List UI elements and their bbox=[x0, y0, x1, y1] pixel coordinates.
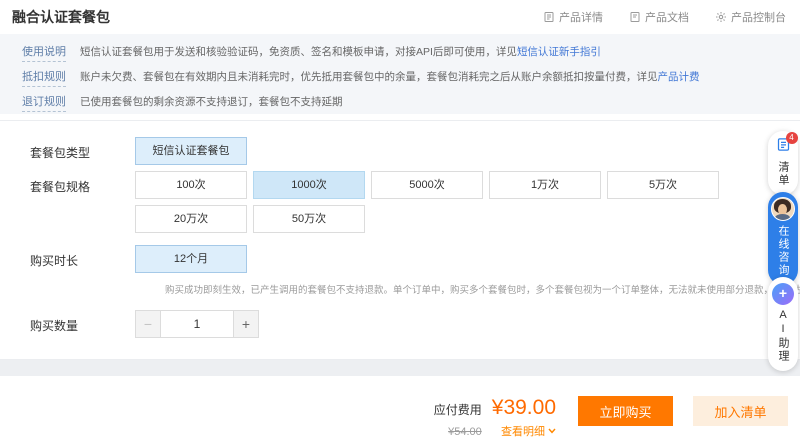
spec-option-200k[interactable]: 20万次 bbox=[135, 205, 247, 233]
add-to-list-button[interactable]: 加入清单 bbox=[693, 396, 788, 426]
notice-row-deduction: 抵扣规则 账户未欠费、套餐包在有效期内且未消耗完时，优先抵用套餐包中的余量，套餐… bbox=[22, 69, 786, 87]
deduction-label: 抵扣规则 bbox=[22, 69, 66, 87]
payable-price: ¥39.00 bbox=[492, 396, 556, 420]
spec-option-10k[interactable]: 1万次 bbox=[489, 171, 601, 199]
duration-row: 购买时长 12个月 bbox=[30, 245, 800, 273]
usage-label: 使用说明 bbox=[22, 44, 66, 62]
buy-now-button[interactable]: 立即购买 bbox=[578, 396, 673, 426]
product-detail-link[interactable]: 产品详情 bbox=[543, 9, 603, 25]
duration-option-selected[interactable]: 12个月 bbox=[135, 245, 247, 273]
online-support-label: 在线咨询 bbox=[775, 225, 791, 277]
support-agent-avatar bbox=[771, 197, 795, 221]
purchase-note: 购买成功即刻生效，已产生调用的套餐包不支持退款。单个订单中，购买多个套餐包时，多… bbox=[165, 282, 800, 296]
payable-label: 应付费用 bbox=[434, 401, 482, 418]
view-detail-link[interactable]: 查看明细 bbox=[501, 423, 556, 439]
quantity-decrease-button[interactable]: − bbox=[135, 310, 161, 338]
quantity-label: 购买数量 bbox=[30, 310, 135, 334]
spec-option-100[interactable]: 100次 bbox=[135, 171, 247, 199]
gear-icon bbox=[715, 11, 727, 23]
cart-count-badge: 4 bbox=[786, 132, 798, 144]
spec-option-5000[interactable]: 5000次 bbox=[371, 171, 483, 199]
page-background-band bbox=[0, 360, 800, 376]
page-title: 融合认证套餐包 bbox=[12, 7, 110, 27]
notice-row-refund: 退订规则 已使用套餐包的剩余资源不支持退订，套餐包不支持延期 bbox=[22, 94, 786, 112]
quantity-stepper: − + bbox=[135, 310, 259, 338]
price-block: 应付费用 ¥39.00 ¥54.00 查看明细 bbox=[434, 396, 556, 439]
cart-list-widget[interactable]: 4 清单 bbox=[768, 131, 798, 195]
page-header: 融合认证套餐包 产品详情 产品文档 产品控制台 bbox=[0, 0, 800, 34]
refund-label: 退订规则 bbox=[22, 94, 66, 112]
package-type-label: 套餐包类型 bbox=[30, 137, 135, 161]
package-spec-row: 套餐包规格 100次 1000次 5000次 1万次 5万次 20万次 50万次 bbox=[30, 171, 800, 233]
sms-auth-guide-link[interactable]: 短信认证新手指引 bbox=[517, 46, 601, 58]
ai-assistant-label: AI助理 bbox=[775, 309, 791, 363]
spec-option-1000-selected[interactable]: 1000次 bbox=[253, 171, 365, 199]
package-type-option-selected[interactable]: 短信认证套餐包 bbox=[135, 137, 247, 165]
product-doc-label: 产品文档 bbox=[645, 9, 689, 25]
duration-label: 购买时长 bbox=[30, 245, 135, 269]
spec-option-50k[interactable]: 5万次 bbox=[607, 171, 719, 199]
product-doc-link[interactable]: 产品文档 bbox=[629, 9, 689, 25]
ai-assistant-widget[interactable]: + AI助理 bbox=[768, 277, 798, 371]
package-spec-label: 套餐包规格 bbox=[30, 171, 135, 195]
product-detail-label: 产品详情 bbox=[559, 9, 603, 25]
notice-row-usage: 使用说明 短信认证套餐包用于发送和核验验证码，免资质、签名和模板申请，对接API… bbox=[22, 44, 786, 62]
spec-options: 100次 1000次 5000次 1万次 5万次 20万次 50万次 bbox=[135, 171, 731, 233]
document-icon bbox=[629, 11, 641, 23]
quantity-row: 购买数量 − + bbox=[30, 310, 800, 338]
package-type-row: 套餐包类型 短信认证套餐包 bbox=[30, 137, 800, 165]
notice-box: 使用说明 短信认证套餐包用于发送和核验验证码，免资质、签名和模板申请，对接API… bbox=[0, 34, 800, 114]
purchase-form-card: 套餐包类型 短信认证套餐包 套餐包规格 100次 1000次 5000次 1万次… bbox=[0, 120, 800, 360]
list-icon: 4 bbox=[776, 137, 791, 157]
original-price: ¥54.00 bbox=[448, 426, 482, 438]
product-console-label: 产品控制台 bbox=[731, 9, 786, 25]
order-bar: 应付费用 ¥39.00 ¥54.00 查看明细 立即购买 加入清单 bbox=[0, 376, 800, 444]
header-links: 产品详情 产品文档 产品控制台 bbox=[543, 9, 786, 25]
product-console-link[interactable]: 产品控制台 bbox=[715, 9, 786, 25]
online-support-widget[interactable]: 在线咨询 bbox=[768, 192, 798, 285]
chevron-down-icon bbox=[548, 425, 556, 437]
cart-list-label: 清单 bbox=[775, 161, 791, 187]
quantity-input[interactable] bbox=[161, 310, 233, 338]
quantity-increase-button[interactable]: + bbox=[233, 310, 259, 338]
doc-lines-icon bbox=[543, 11, 555, 23]
spec-option-500k[interactable]: 50万次 bbox=[253, 205, 365, 233]
refund-text: 已使用套餐包的剩余资源不支持退订，套餐包不支持延期 bbox=[80, 94, 343, 110]
usage-text: 短信认证套餐包用于发送和核验验证码，免资质、签名和模板申请，对接API后即可使用… bbox=[80, 44, 601, 60]
product-pricing-link[interactable]: 产品计费 bbox=[658, 71, 700, 83]
deduction-text: 账户未欠费、套餐包在有效期内且未消耗完时，优先抵用套餐包中的余量，套餐包消耗完之… bbox=[80, 69, 700, 85]
plus-icon: + bbox=[772, 283, 794, 305]
